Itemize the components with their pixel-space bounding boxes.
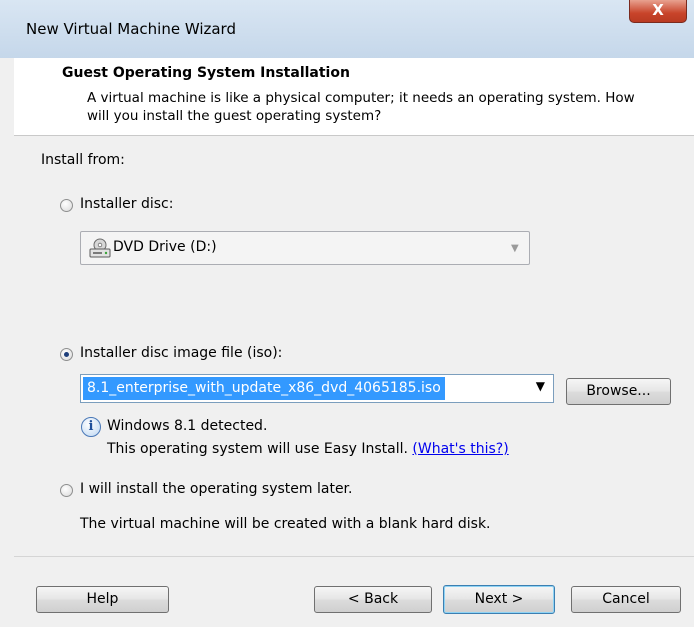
close-button[interactable]: X [629,0,687,23]
install-from-label: Install from: [41,152,125,168]
iso-path-combobox[interactable]: 8.1_enterprise_with_update_x86_dvd_40651… [80,374,554,403]
chevron-down-icon: ▼ [511,243,519,254]
page-title: Guest Operating System Installation [62,65,350,81]
installer-disc-radio[interactable] [60,199,73,212]
info-icon: i [81,417,101,437]
install-later-description: The virtual machine will be created with… [80,516,491,532]
browse-button[interactable]: Browse... [566,378,671,405]
wizard-header: Guest Operating System Installation A vi… [14,58,694,136]
window-title: New Virtual Machine Wizard [26,20,236,38]
iso-path-value[interactable]: 8.1_enterprise_with_update_x86_dvd_40651… [83,377,445,400]
dvd-drive-icon [89,238,111,258]
wizard-window: New Virtual Machine Wizard X Guest Opera… [0,0,694,627]
title-bar[interactable]: New Virtual Machine Wizard X [0,0,694,58]
easy-install-label: This operating system will use Easy Inst… [107,441,408,457]
close-icon: X [652,1,664,19]
page-description: A virtual machine is like a physical com… [87,90,635,124]
cancel-button[interactable]: Cancel [571,586,681,613]
install-later-radio[interactable] [60,484,73,497]
help-button[interactable]: Help [36,586,169,613]
iso-image-radio[interactable] [60,348,73,361]
easy-install-text: This operating system will use Easy Inst… [107,441,509,457]
footer-divider [14,556,694,557]
next-button[interactable]: Next > [443,585,555,614]
back-button[interactable]: < Back [314,586,432,613]
install-later-label[interactable]: I will install the operating system late… [80,481,352,497]
os-detected-text: Windows 8.1 detected. [107,418,268,434]
whats-this-link[interactable]: (What's this?) [412,441,508,457]
disc-drive-value: DVD Drive (D:) [113,239,217,255]
dropdown-arrow-icon[interactable]: ▼ [536,379,545,393]
iso-image-label[interactable]: Installer disc image file (iso): [80,345,282,361]
installer-disc-label[interactable]: Installer disc: [80,196,173,212]
